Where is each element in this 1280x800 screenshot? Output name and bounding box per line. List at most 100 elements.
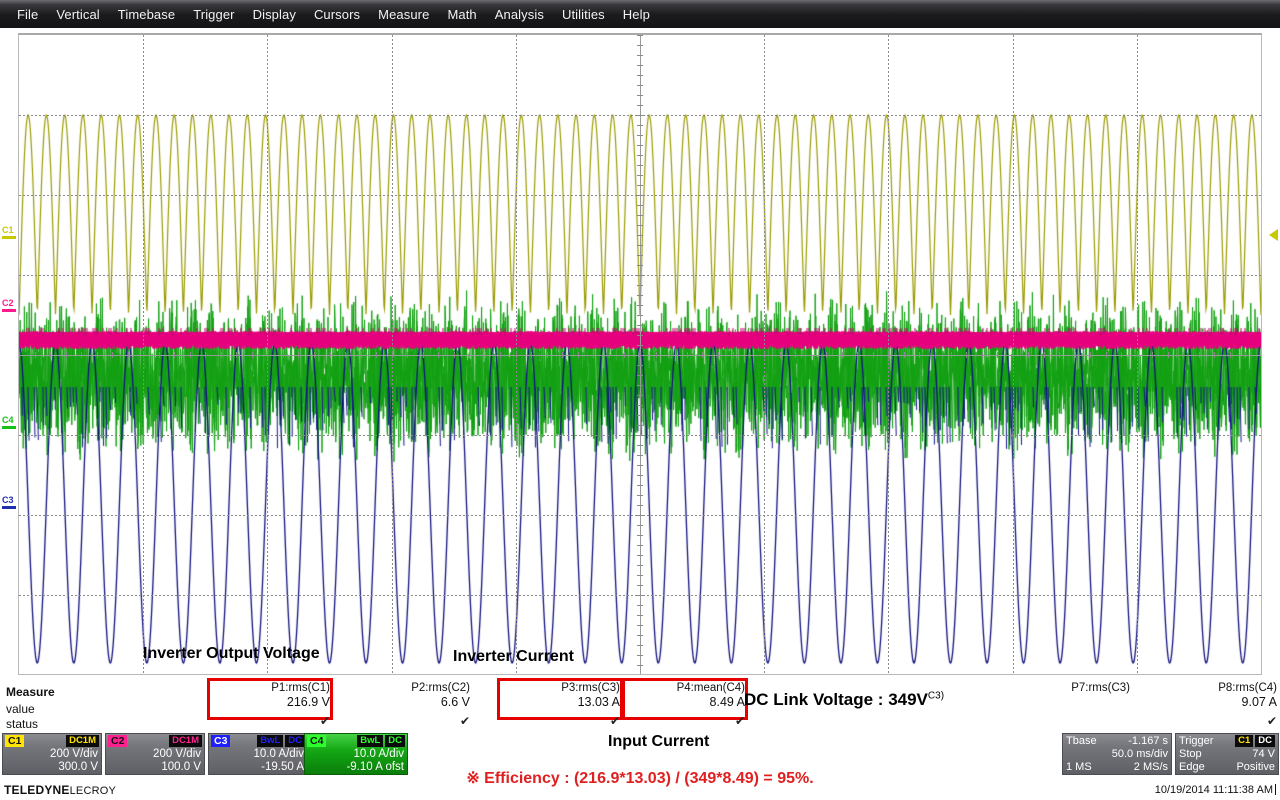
menu-item-file[interactable]: File [8, 4, 47, 25]
grid-tick [205, 352, 206, 358]
menu-bar: File Vertical Timebase Trigger Display Cursor… [0, 0, 1280, 28]
efficiency-annotation: ※ Efficiency : (216.9*13.03) / (349*8.49… [466, 770, 814, 787]
grid-tick [637, 475, 643, 476]
channel-marker-c2[interactable]: C2 [2, 299, 18, 312]
grid-tick [637, 145, 643, 146]
grid-tick [637, 605, 643, 606]
measure-table: Measure value status P1:rms(C1) 216.9 V ✔ P… [0, 678, 1280, 731]
grid-tick [637, 385, 643, 386]
menu-item-cursors[interactable]: Cursors [305, 4, 369, 25]
channel-tag: C3 [211, 735, 231, 747]
grid-tick [637, 455, 643, 456]
menu-item-utilities[interactable]: Utilities [553, 4, 614, 25]
grid-tick [637, 305, 643, 306]
timebase-label: Tbase [1066, 735, 1097, 747]
grid-tick [469, 352, 470, 358]
grid-tick [637, 635, 643, 636]
grid-tick [1168, 352, 1169, 358]
grid-tick [951, 352, 952, 358]
grid-tick [637, 665, 643, 666]
grid-tick [637, 425, 643, 426]
grid-tick [637, 225, 643, 226]
measure-parameter-name: P8:rms(C4) [1218, 682, 1277, 694]
grid-tick [637, 325, 643, 326]
trigger-state: Stop [1179, 748, 1202, 760]
coupling-tag: DC1M [169, 735, 202, 747]
menu-item-trigger[interactable]: Trigger [184, 4, 243, 25]
graticule[interactable] [18, 33, 1262, 675]
grid-tick [314, 352, 315, 358]
measure-parameter-value: 8.49 A [709, 695, 745, 709]
trigger-level: 74 V [1252, 748, 1275, 760]
measure-parameter-name: P2:rms(C2) [411, 682, 470, 694]
menu-item-display[interactable]: Display [244, 4, 305, 25]
grid-tick [298, 352, 299, 358]
timebase-delay: -1.167 s [1128, 735, 1168, 747]
grid-tick [718, 352, 719, 358]
grid-tick [637, 135, 643, 136]
check-icon: ✔ [734, 714, 745, 728]
grid-tick [330, 352, 331, 358]
grid-tick [485, 352, 486, 358]
trigger-source-tag: C1 [1235, 735, 1254, 747]
measure-column-p3[interactable]: P3:rms(C3) 13.03 A [497, 678, 623, 720]
channel-tag: C1 [5, 735, 25, 747]
measure-parameter-value: 13.03 A [577, 695, 620, 709]
check-icon: ✔ [319, 714, 330, 728]
grid-tick [637, 615, 643, 616]
grid-tick [637, 465, 643, 466]
channel-scale: 10.0 A/div [353, 748, 404, 760]
grid-tick [637, 495, 643, 496]
measure-status-check: ✔ [350, 714, 470, 728]
menu-item-vertical[interactable]: Vertical [47, 4, 108, 25]
grid-tick [637, 245, 643, 246]
measure-column-p4[interactable]: P4:mean(C4) 8.49 A [622, 678, 748, 720]
grid-tick [637, 195, 643, 196]
channel-offset-indicator [2, 426, 16, 429]
grid-tick [919, 352, 920, 358]
channel-marker-c3[interactable]: C3 [2, 496, 18, 509]
grid-tick [637, 55, 643, 56]
measure-title: Measure [6, 685, 55, 699]
grid-tick [1075, 352, 1076, 358]
trigger-level-arrow-icon[interactable] [1269, 229, 1278, 241]
menu-item-timebase[interactable]: Timebase [109, 4, 184, 25]
measure-column-p7[interactable]: P7:rms(C3) [1010, 681, 1130, 729]
menu-item-analysis[interactable]: Analysis [486, 4, 553, 25]
check-icon: ✔ [1266, 714, 1277, 728]
brand-name-light: LECROY [69, 785, 117, 797]
menu-item-measure[interactable]: Measure [369, 4, 438, 25]
grid-tick [637, 505, 643, 506]
grid-tick [873, 352, 874, 358]
grid-tick [637, 235, 643, 236]
grid-tick [637, 415, 643, 416]
grid-tick [1090, 352, 1091, 358]
grid-tick [637, 265, 643, 266]
grid-tick [35, 352, 36, 358]
grid-tick [578, 352, 579, 358]
grid-tick [159, 352, 160, 358]
channel-marker-c1[interactable]: C1 [2, 226, 18, 239]
measure-column-p1[interactable]: P1:rms(C1) 216.9 V [207, 678, 333, 720]
grid-tick [50, 352, 51, 358]
check-icon: ✔ [459, 714, 470, 728]
grid-tick [637, 335, 643, 336]
grid-tick [637, 625, 643, 626]
grid-tick [637, 155, 643, 156]
measure-status-check: ✔ [625, 714, 745, 728]
grid-tick [143, 352, 144, 358]
grid-tick [1106, 352, 1107, 358]
grid-tick [1121, 352, 1122, 358]
grid-tick [1044, 352, 1045, 358]
coupling-tag: DC [285, 735, 305, 747]
grid-tick [637, 525, 643, 526]
menu-item-math[interactable]: Math [438, 4, 485, 25]
brand-logo: TELEDYNELECROY [4, 783, 116, 797]
channel-marker-c4[interactable]: C4 [2, 416, 18, 429]
grid-tick [1230, 352, 1231, 358]
menu-item-help[interactable]: Help [614, 4, 659, 25]
grid-tick [637, 205, 643, 206]
grid-tick [361, 352, 362, 358]
grid-tick [637, 35, 643, 36]
grid-tick [516, 352, 517, 358]
